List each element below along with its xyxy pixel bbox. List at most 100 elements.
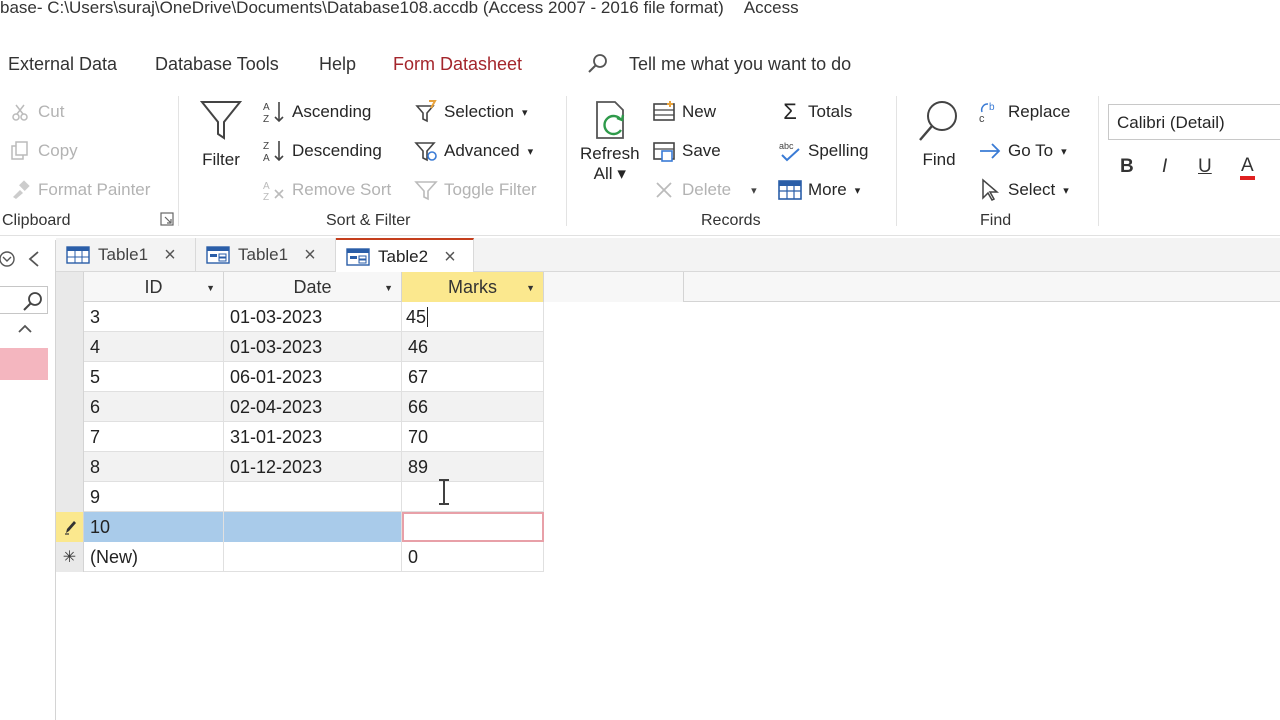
cell-marks[interactable]: 45: [402, 302, 544, 332]
format-painter-button[interactable]: Format Painter: [8, 178, 150, 202]
column-header-marks[interactable]: Marks ▼: [402, 272, 544, 302]
goto-button[interactable]: Go To ▾: [978, 139, 1067, 163]
totals-button[interactable]: Σ Totals: [778, 99, 852, 124]
row-selector[interactable]: [56, 362, 84, 392]
more-button[interactable]: More ▾: [778, 178, 860, 202]
select-all-corner[interactable]: [56, 272, 84, 302]
cell-id[interactable]: 3: [84, 302, 224, 332]
cell-date[interactable]: 02-04-2023: [224, 392, 402, 422]
cell-marks[interactable]: 66: [402, 392, 544, 422]
cell-marks[interactable]: 46: [402, 332, 544, 362]
chevron-down-icon[interactable]: ▼: [384, 283, 393, 293]
chevron-down-icon[interactable]: ▼: [206, 283, 215, 293]
ascending-button[interactable]: AZ Ascending: [262, 100, 371, 124]
cell-date[interactable]: 31-01-2023: [224, 422, 402, 452]
delete-x-icon: [652, 178, 676, 202]
remove-sort-button[interactable]: AZ Remove Sort: [262, 178, 391, 202]
new-record-button[interactable]: New: [652, 100, 716, 124]
tab-table1-datasheet[interactable]: Table1 ×: [56, 238, 196, 272]
cell-date[interactable]: 06-01-2023: [224, 362, 402, 392]
cell-id[interactable]: 7: [84, 422, 224, 452]
menu-external-data[interactable]: External Data: [8, 54, 117, 75]
row-selector[interactable]: [56, 452, 84, 482]
column-header-id[interactable]: ID ▼: [84, 272, 224, 302]
cell-id[interactable]: 10: [84, 512, 224, 542]
row-selector[interactable]: [56, 422, 84, 452]
table-row[interactable]: 3 01-03-2023 45: [56, 302, 544, 332]
table-row[interactable]: 8 01-12-2023 89: [56, 452, 544, 482]
table-row[interactable]: 7 31-01-2023 70: [56, 422, 544, 452]
lightbulb-search-icon[interactable]: [586, 52, 610, 76]
cell-marks[interactable]: 70: [402, 422, 544, 452]
new-record-asterisk-icon[interactable]: ✳: [56, 542, 84, 572]
table-row-new[interactable]: ✳ (New) 0: [56, 542, 544, 572]
delete-button[interactable]: Delete ▾: [652, 178, 757, 202]
table-row[interactable]: 5 06-01-2023 67: [56, 362, 544, 392]
cell-id[interactable]: 4: [84, 332, 224, 362]
chevron-up-icon[interactable]: [17, 322, 33, 336]
advanced-button[interactable]: Advanced ▾: [414, 139, 533, 163]
menu-form-datasheet[interactable]: Form Datasheet: [393, 54, 522, 75]
row-selector[interactable]: [56, 482, 84, 512]
cell-date[interactable]: [224, 512, 402, 542]
chevron-down-icon[interactable]: ▼: [526, 283, 535, 293]
chevron-down-icon[interactable]: ▾: [751, 184, 757, 197]
tab-table2-form[interactable]: Table2 ×: [336, 238, 474, 273]
nav-menu-icon[interactable]: [0, 250, 18, 268]
row-selector[interactable]: [56, 302, 84, 332]
cell-id[interactable]: 8: [84, 452, 224, 482]
underline-button[interactable]: U: [1198, 156, 1212, 178]
font-name-combobox[interactable]: Calibri (Detail): [1108, 104, 1280, 140]
save-button[interactable]: Save: [652, 139, 721, 163]
cell-date[interactable]: [224, 542, 402, 572]
cell-marks[interactable]: 0: [402, 542, 544, 572]
cell-id[interactable]: 9: [84, 482, 224, 512]
italic-button[interactable]: I: [1162, 156, 1167, 178]
close-icon[interactable]: ×: [444, 247, 456, 267]
cell-date[interactable]: 01-03-2023: [224, 302, 402, 332]
select-button[interactable]: Select ▾: [978, 178, 1069, 202]
cell-date[interactable]: 01-12-2023: [224, 452, 402, 482]
nav-selected-item[interactable]: [0, 348, 48, 380]
tab-table1-form[interactable]: Table1 ×: [196, 238, 336, 272]
cell-marks-value: 45: [406, 306, 427, 327]
close-icon[interactable]: ×: [164, 245, 176, 265]
find-button[interactable]: Find: [916, 98, 962, 170]
menu-help[interactable]: Help: [319, 54, 356, 75]
cut-button[interactable]: Cut: [8, 100, 64, 124]
refresh-all-button[interactable]: Refresh All ▾: [580, 98, 640, 184]
form-icon: [206, 246, 230, 264]
cell-marks[interactable]: [402, 482, 544, 512]
descending-button[interactable]: ZA Descending: [262, 139, 382, 163]
cell-date[interactable]: [224, 482, 402, 512]
collapse-pane-icon[interactable]: [26, 250, 42, 268]
nav-search-input[interactable]: [0, 286, 48, 314]
close-icon[interactable]: ×: [304, 245, 316, 265]
row-selector[interactable]: [56, 332, 84, 362]
cell-marks[interactable]: 89: [402, 452, 544, 482]
replace-button[interactable]: bc Replace: [978, 100, 1070, 124]
cell-marks-focused[interactable]: [402, 512, 544, 542]
cell-marks[interactable]: 67: [402, 362, 544, 392]
filter-button[interactable]: Filter: [198, 98, 244, 170]
copy-button[interactable]: Copy: [8, 139, 78, 163]
cell-id[interactable]: 5: [84, 362, 224, 392]
menu-database-tools[interactable]: Database Tools: [155, 54, 279, 75]
font-color-button[interactable]: A: [1240, 156, 1255, 180]
cell-id[interactable]: (New): [84, 542, 224, 572]
clipboard-dialog-launcher-icon[interactable]: [160, 212, 174, 226]
bold-button[interactable]: B: [1120, 156, 1134, 178]
table-row[interactable]: 9: [56, 482, 544, 512]
spelling-button[interactable]: abc Spelling: [778, 139, 869, 163]
cell-date[interactable]: 01-03-2023: [224, 332, 402, 362]
table-row-current[interactable]: 10: [56, 512, 544, 542]
selection-button[interactable]: Selection ▾: [414, 100, 527, 124]
table-row[interactable]: 6 02-04-2023 66: [56, 392, 544, 422]
column-header-date[interactable]: Date ▼: [224, 272, 402, 302]
table-row[interactable]: 4 01-03-2023 46: [56, 332, 544, 362]
cell-id[interactable]: 6: [84, 392, 224, 422]
toggle-filter-button[interactable]: Toggle Filter: [414, 178, 537, 202]
tell-me-search[interactable]: Tell me what you want to do: [629, 54, 851, 75]
row-selector-editing[interactable]: [56, 512, 84, 542]
row-selector[interactable]: [56, 392, 84, 422]
